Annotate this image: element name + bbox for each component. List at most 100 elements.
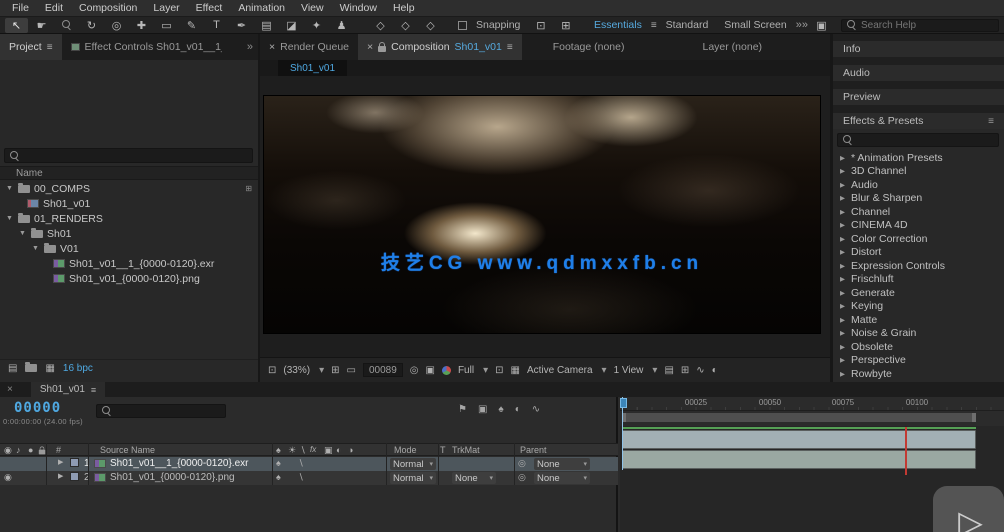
effects-category[interactable]: Generate — [833, 286, 1004, 300]
panel-audio[interactable]: Audio — [833, 65, 1004, 81]
panel-menu-icon[interactable] — [91, 385, 96, 395]
snap-options-icon[interactable] — [529, 18, 552, 33]
fast-previews-icon[interactable] — [681, 365, 689, 376]
roto-brush-tool-icon[interactable] — [305, 18, 328, 33]
video-play-overlay[interactable]: ▷ — [933, 486, 1004, 532]
twirl-icon[interactable] — [58, 472, 63, 480]
twirl-icon[interactable] — [839, 343, 846, 351]
project-item-folder[interactable]: 00_COMPS — [0, 181, 258, 196]
effects-category[interactable]: Obsolete — [833, 340, 1004, 354]
resolution-dropdown[interactable]: Full — [458, 365, 474, 376]
time-ruler[interactable]: 00025 00050 00075 00100 — [620, 397, 1004, 411]
workspace-standard[interactable]: Standard — [659, 19, 716, 31]
brush-tool-icon[interactable] — [230, 18, 253, 33]
close-icon[interactable] — [7, 384, 13, 395]
region-of-interest-icon[interactable] — [495, 365, 503, 376]
effects-category[interactable]: * Animation Presets — [833, 151, 1004, 165]
workspace-essentials[interactable]: Essentials — [587, 19, 649, 31]
grid-guides-icon[interactable] — [331, 365, 339, 376]
lock-icon[interactable] — [378, 41, 387, 52]
parent-pickwhip-icon[interactable] — [518, 458, 526, 469]
timeline-search-input[interactable] — [116, 405, 220, 417]
close-icon[interactable] — [367, 41, 373, 53]
layer-source-name[interactable]: Sh01_v01_{0000-0120}.png — [110, 472, 235, 483]
tab-project[interactable]: Project — [0, 34, 62, 60]
layer-color-chip[interactable] — [70, 472, 79, 481]
effects-category[interactable]: Matte — [833, 313, 1004, 327]
type-tool-icon[interactable] — [205, 18, 228, 33]
blend-mode-dropdown[interactable]: Normal — [390, 472, 436, 484]
project-item-footage[interactable]: Sh01_v01__1_{0000-0120}.exr — [0, 256, 258, 271]
menu-help[interactable]: Help — [385, 0, 423, 17]
audio-column-icon[interactable] — [16, 445, 21, 455]
video-column-icon[interactable] — [4, 445, 12, 456]
twirl-icon[interactable] — [839, 329, 846, 337]
timeline-button-icon[interactable] — [696, 365, 704, 376]
source-name-column-header[interactable]: Source Name — [100, 445, 155, 455]
mask-visibility-icon[interactable] — [347, 365, 356, 376]
tab-render-queue[interactable]: Render Queue — [260, 34, 358, 60]
tab-overflow-icon[interactable] — [242, 34, 258, 60]
frame-indicator[interactable]: 00089 — [362, 363, 403, 377]
timeline-tab[interactable]: Sh01_v01 — [30, 382, 106, 397]
world-axis-mode-icon[interactable] — [394, 18, 417, 33]
camera-view-dropdown[interactable]: Active Camera — [527, 365, 593, 376]
show-snapshot-icon[interactable] — [426, 365, 435, 376]
effects-category[interactable]: Color Correction — [833, 232, 1004, 246]
twirl-icon[interactable] — [839, 154, 846, 162]
twirl-icon[interactable] — [839, 181, 846, 189]
twirl-icon[interactable] — [839, 370, 846, 378]
twirl-icon[interactable] — [839, 208, 846, 216]
layer-color-chip[interactable] — [70, 458, 79, 467]
new-composition-icon[interactable] — [45, 363, 54, 374]
twirl-icon[interactable] — [839, 316, 846, 324]
mode-column-header[interactable]: Mode — [394, 445, 417, 455]
pen-tool-icon[interactable] — [180, 18, 203, 33]
tab-layer[interactable]: Layer (none) — [694, 34, 772, 60]
shy-switch-icon[interactable] — [276, 458, 281, 468]
solo-column-icon[interactable] — [28, 445, 33, 455]
project-name-column-header[interactable]: Name — [0, 166, 258, 180]
work-area-bar[interactable] — [622, 413, 976, 422]
quality-switch-icon[interactable] — [298, 472, 304, 483]
panel-menu-icon[interactable] — [988, 116, 994, 127]
snap-grid-icon[interactable] — [554, 18, 577, 33]
twirl-icon[interactable] — [58, 458, 63, 466]
project-item-folder[interactable]: 01_RENDERS — [0, 211, 258, 226]
project-search-input[interactable] — [24, 150, 247, 161]
menu-file[interactable]: File — [4, 0, 37, 17]
exposure-icon[interactable] — [712, 365, 718, 376]
twirl-icon[interactable] — [839, 221, 846, 229]
effects-category[interactable]: Frischluft — [833, 273, 1004, 287]
tab-effect-controls[interactable]: Effect Controls Sh01_v01__1_{( — [62, 34, 222, 60]
motion-blur-icon[interactable] — [515, 404, 521, 415]
tab-footage[interactable]: Footage (none) — [544, 34, 634, 60]
workspace-small-screen[interactable]: Small Screen — [717, 19, 793, 31]
view-layout-dropdown[interactable]: 1 View — [614, 365, 644, 376]
rotate-tool-icon[interactable] — [80, 18, 103, 33]
close-icon[interactable] — [269, 41, 275, 53]
channels-icon[interactable] — [441, 365, 451, 375]
twirl-icon[interactable] — [839, 167, 846, 175]
composition-viewport[interactable]: 技艺CG www.qdmxxfb.cn — [260, 76, 830, 357]
twirl-icon[interactable] — [839, 289, 846, 297]
composition-subtab[interactable]: Sh01_v01 — [278, 60, 348, 76]
zoom-tool-icon[interactable] — [55, 18, 78, 33]
current-time-indicator[interactable] — [620, 397, 627, 470]
effects-category[interactable]: Keying — [833, 300, 1004, 314]
effects-category[interactable]: Expression Controls — [833, 259, 1004, 273]
help-search-input[interactable] — [861, 19, 993, 31]
parent-dropdown[interactable]: None — [534, 458, 590, 470]
workspace-overflow-icon[interactable]: » — [796, 19, 808, 31]
twirl-icon[interactable] — [839, 275, 846, 283]
twirl-icon[interactable] — [839, 262, 846, 270]
menu-effect[interactable]: Effect — [188, 0, 231, 17]
twirl-icon[interactable] — [839, 235, 846, 243]
eraser-tool-icon[interactable] — [280, 18, 303, 33]
effects-category[interactable]: Audio — [833, 178, 1004, 192]
parent-column-header[interactable]: Parent — [520, 445, 547, 455]
camera-tool-icon[interactable] — [105, 18, 128, 33]
panel-menu-icon[interactable] — [47, 42, 53, 53]
menu-window[interactable]: Window — [332, 0, 385, 17]
snapshot-icon[interactable] — [410, 365, 419, 376]
